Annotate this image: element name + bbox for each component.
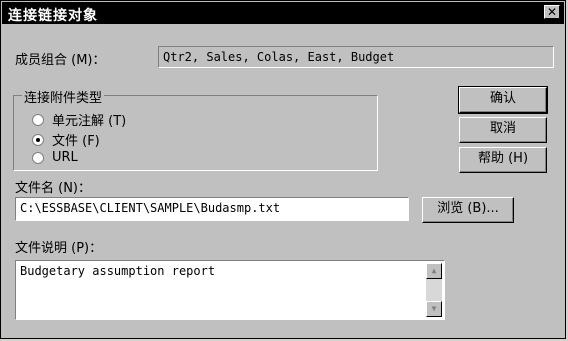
- radio-circle-icon: [32, 151, 44, 164]
- dialog-title: 连接链接对象: [8, 8, 98, 24]
- close-button[interactable]: ✕: [544, 5, 560, 19]
- ok-button[interactable]: 确认: [458, 86, 548, 114]
- file-description-label: 文件说明 (P)：: [15, 241, 103, 256]
- radio-url[interactable]: URL: [32, 150, 78, 165]
- scroll-up-icon: ▲: [431, 266, 437, 275]
- cancel-button[interactable]: 取消: [459, 117, 547, 143]
- member-combination-label: 成员组合 (M)：: [15, 53, 106, 68]
- radio-file[interactable]: 文件 (F): [32, 130, 100, 149]
- close-icon: ✕: [546, 5, 558, 19]
- title-bar[interactable]: 连接链接对象 ✕: [2, 2, 564, 24]
- radio-checked-icon: [32, 133, 44, 146]
- radio-url-label: URL: [52, 150, 78, 165]
- radio-file-label: 文件 (F): [52, 134, 100, 149]
- radio-circle-icon: [32, 113, 44, 126]
- link-object-dialog: 连接链接对象 ✕ 成员组合 (M)： Qtr2, Sales, Colas, E…: [0, 0, 566, 339]
- help-button[interactable]: 帮助 (H): [459, 147, 547, 173]
- file-description-text: Budgetary assumption report: [20, 264, 216, 278]
- scroll-up-button[interactable]: ▲: [426, 263, 442, 279]
- member-combination-field: Qtr2, Sales, Colas, East, Budget: [158, 46, 554, 68]
- description-scrollbar[interactable]: ▲ ▼: [426, 263, 442, 317]
- radio-cell-note[interactable]: 单元注解 (T): [32, 110, 126, 129]
- radio-cell-note-label: 单元注解 (T): [52, 114, 127, 129]
- browse-button[interactable]: 浏览 (B)...: [422, 197, 514, 223]
- attachment-type-legend: 连接附件类型: [22, 87, 105, 106]
- attachment-type-group: 连接附件类型 单元注解 (T) 文件 (F) URL: [13, 87, 378, 171]
- file-name-label: 文件名 (N)：: [15, 181, 92, 196]
- scroll-down-icon: ▼: [431, 304, 437, 313]
- scroll-down-button[interactable]: ▼: [426, 301, 442, 317]
- file-name-input[interactable]: C:\ESSBASE\CLIENT\SAMPLE\Budasmp.txt: [15, 197, 409, 221]
- file-description-textarea[interactable]: Budgetary assumption report ▲ ▼: [15, 260, 445, 320]
